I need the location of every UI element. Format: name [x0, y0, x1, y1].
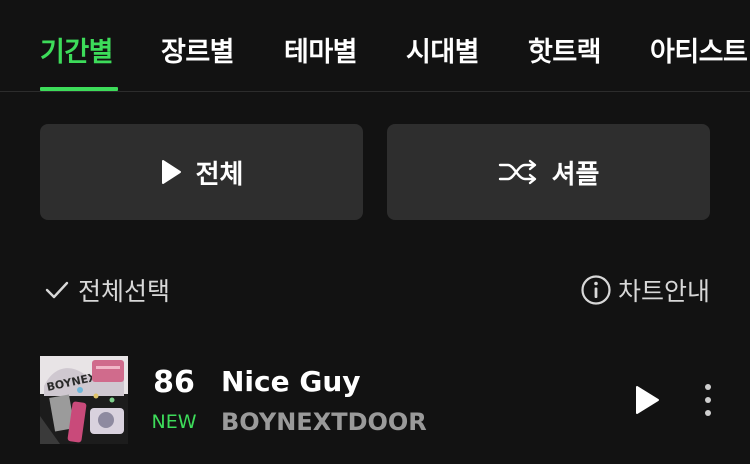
chart-info-label: 차트안내	[617, 277, 710, 306]
select-all-label: 전체선택	[78, 277, 171, 306]
tab-artist[interactable]: 아티스트	[650, 30, 748, 69]
more-dot-icon	[705, 410, 711, 416]
tab-hot-track[interactable]: 핫트랙	[528, 30, 602, 69]
tab-period[interactable]: 기간별	[40, 30, 114, 69]
song-title[interactable]: Nice Guy	[221, 365, 361, 398]
more-dot-icon	[705, 397, 711, 403]
play-icon	[636, 386, 659, 414]
shuffle-label: 셔플	[551, 159, 600, 190]
chart-info-control[interactable]: 차트안내	[580, 272, 710, 308]
chart-category-tabs: 기간별 장르별 테마별 시대별 핫트랙 아티스트	[0, 0, 750, 92]
song-play-button[interactable]	[628, 382, 664, 418]
song-rank: 86	[153, 365, 195, 400]
play-all-label: 전체	[195, 159, 244, 190]
more-options-button[interactable]	[696, 380, 720, 420]
rank-change-badge: NEW	[151, 411, 197, 433]
tab-theme[interactable]: 테마별	[284, 30, 358, 69]
shuffle-icon	[498, 159, 536, 185]
active-tab-indicator	[40, 87, 118, 91]
more-dot-icon	[705, 384, 711, 390]
album-art[interactable]: BOYNEXT	[40, 356, 128, 444]
song-row[interactable]: BOYNEXT 86 NEW Nice Guy BOYNEXTDOOR	[0, 350, 750, 464]
select-all-control[interactable]: 전체선택	[44, 272, 170, 308]
album-cover-image: BOYNEXT	[40, 356, 128, 444]
play-all-button[interactable]: 전체	[40, 124, 363, 220]
info-icon	[581, 275, 611, 305]
tab-genre[interactable]: 장르별	[161, 30, 235, 69]
shuffle-button[interactable]: 셔플	[387, 124, 710, 220]
checkmark-icon	[45, 281, 69, 299]
song-artist[interactable]: BOYNEXTDOOR	[221, 408, 427, 436]
play-icon	[161, 160, 181, 184]
tab-era[interactable]: 시대별	[406, 30, 480, 69]
